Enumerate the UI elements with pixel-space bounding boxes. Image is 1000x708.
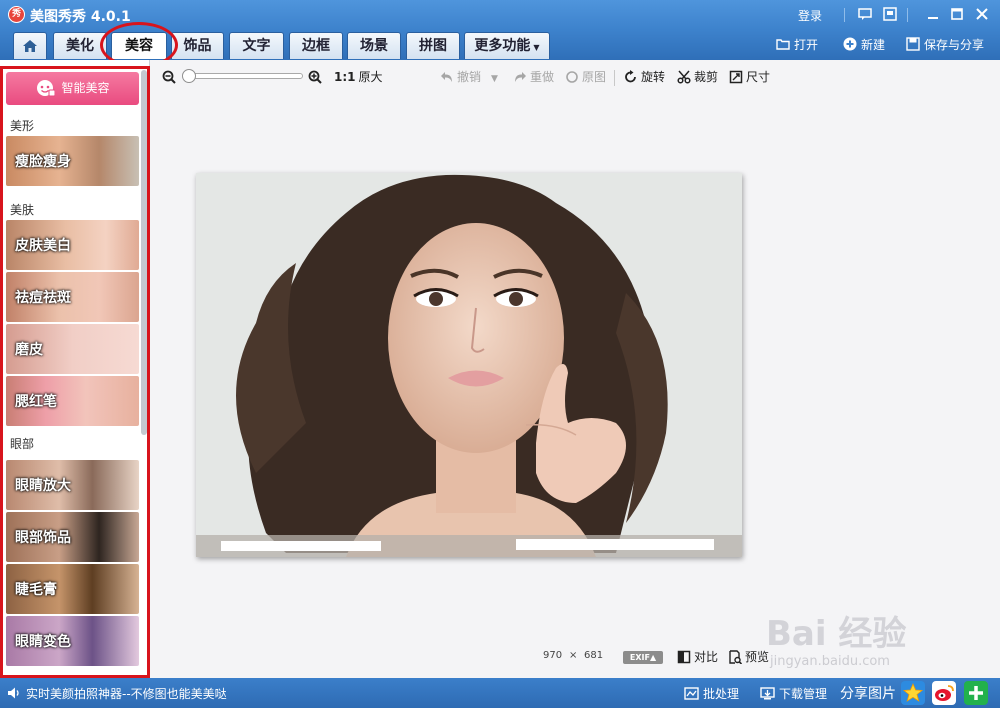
resize-icon <box>729 70 743 84</box>
minimize-icon[interactable] <box>925 6 941 22</box>
download-icon <box>760 687 775 700</box>
qzone-share-icon[interactable] <box>901 681 925 705</box>
crop-label: 裁剪 <box>694 70 719 84</box>
compare-button[interactable]: 对比 <box>677 648 718 666</box>
exif-button[interactable]: EXIF▲ <box>623 651 663 664</box>
app-logo-icon: 秀 <box>8 6 25 23</box>
zoom-in-icon <box>308 70 322 84</box>
redo-label: 重做 <box>530 70 555 84</box>
resize-label: 尺寸 <box>746 70 771 84</box>
zoom-in-button[interactable] <box>308 68 325 86</box>
separator <box>844 8 845 22</box>
redo-button[interactable]: 重做 <box>513 68 554 86</box>
save-icon <box>906 37 920 51</box>
original-size-button[interactable]: 1:1 原大 <box>334 68 383 86</box>
promo-text[interactable]: 实时美颜拍照神器--不修图也能美美哒 <box>26 685 227 702</box>
maximize-icon[interactable] <box>949 6 965 22</box>
tab-frame[interactable]: 边框 <box>289 32 343 59</box>
download-manager-button[interactable]: 下载管理 <box>760 685 827 702</box>
main-area: 智能美容 美形 瘦脸瘦身 美肤 皮肤美白 祛痘祛斑 磨皮 腮红笔 眼部 眼睛放大… <box>0 60 1000 678</box>
download-label: 下载管理 <box>779 687 828 701</box>
tab-scene[interactable]: 场景 <box>347 32 401 59</box>
weibo-share-icon[interactable] <box>932 681 956 705</box>
folder-icon <box>776 39 790 50</box>
zoom-slider-knob[interactable] <box>182 69 196 83</box>
image-width: 970 <box>543 650 563 661</box>
compare-label: 对比 <box>694 650 719 664</box>
undo-button[interactable]: 撤销 ▼ <box>440 68 498 88</box>
portrait-photo <box>196 173 742 557</box>
batch-label: 批处理 <box>703 687 740 701</box>
separator <box>907 8 908 22</box>
scissors-icon <box>677 70 691 84</box>
speaker-icon <box>8 687 19 699</box>
open-button[interactable]: 打开 <box>776 35 818 55</box>
home-icon <box>23 40 37 52</box>
message-icon[interactable] <box>857 6 873 22</box>
undo-label: 撤销 <box>457 70 482 84</box>
rotate-label: 旋转 <box>641 70 666 84</box>
circle-icon <box>566 71 578 83</box>
share-image-label: 分享图片 <box>840 686 896 702</box>
skin-icon[interactable] <box>882 6 898 22</box>
original-size-label: 原大 <box>358 70 383 84</box>
zoom-out-icon <box>162 70 176 84</box>
login-link[interactable]: 登录 <box>798 7 822 24</box>
add-share-icon[interactable] <box>964 681 988 705</box>
caret-down-icon: ▼ <box>533 43 540 52</box>
baidu-watermark: Bai 经验 jingyan.baidu.com <box>760 600 1000 680</box>
tab-beautify[interactable]: 美化 <box>53 32 107 59</box>
original-image-button[interactable]: 原图 <box>565 68 606 86</box>
zoom-out-button[interactable] <box>162 68 179 86</box>
watermark-brand: Bai 经验 <box>766 614 907 654</box>
dimension-times: × <box>569 650 578 661</box>
new-label: 新建 <box>861 38 886 52</box>
crop-button[interactable]: 裁剪 <box>677 68 718 86</box>
save-share-button[interactable]: 保存与分享 <box>906 35 984 55</box>
annotation-frame <box>0 66 150 678</box>
toolbar-separator <box>614 70 615 86</box>
open-label: 打开 <box>794 38 819 52</box>
new-button[interactable]: 新建 <box>843 35 885 55</box>
status-bar: 实时美颜拍照神器--不修图也能美美哒 批处理 下载管理 分享图片 <box>0 678 1000 708</box>
preview-icon <box>729 650 742 664</box>
undo-dropdown-icon[interactable]: ▼ <box>491 74 498 84</box>
tab-home[interactable] <box>13 32 47 59</box>
batch-process-button[interactable]: 批处理 <box>684 685 739 702</box>
batch-icon <box>684 687 699 700</box>
redo-icon <box>515 72 526 82</box>
photo-canvas[interactable] <box>196 173 742 557</box>
tab-collage[interactable]: 拼图 <box>406 32 460 59</box>
close-icon[interactable] <box>974 6 990 22</box>
watermark-url: jingyan.baidu.com <box>770 654 890 669</box>
tab-accessories[interactable]: 饰品 <box>171 32 224 59</box>
beauty-tool-panel: 智能美容 美形 瘦脸瘦身 美肤 皮肤美白 祛痘祛斑 磨皮 腮红笔 眼部 眼睛放大… <box>0 60 150 678</box>
tab-text[interactable]: 文字 <box>229 32 284 59</box>
original-image-label: 原图 <box>582 70 607 84</box>
compare-icon <box>677 650 691 664</box>
rotate-icon <box>625 70 636 83</box>
image-height: 681 <box>584 650 604 661</box>
ratio-label: 1:1 <box>334 70 356 84</box>
tab-more-label: 更多功能 <box>474 38 531 54</box>
tab-more-features[interactable]: 更多功能 ▼ <box>464 32 550 59</box>
save-share-label: 保存与分享 <box>924 38 985 52</box>
undo-icon <box>441 72 452 82</box>
resize-button[interactable]: 尺寸 <box>729 68 770 86</box>
zoom-slider[interactable] <box>182 69 303 83</box>
app-title: 美图秀秀 4.0.1 <box>30 9 131 25</box>
plus-circle-icon <box>843 37 857 51</box>
rotate-button[interactable]: 旋转 <box>624 68 665 86</box>
